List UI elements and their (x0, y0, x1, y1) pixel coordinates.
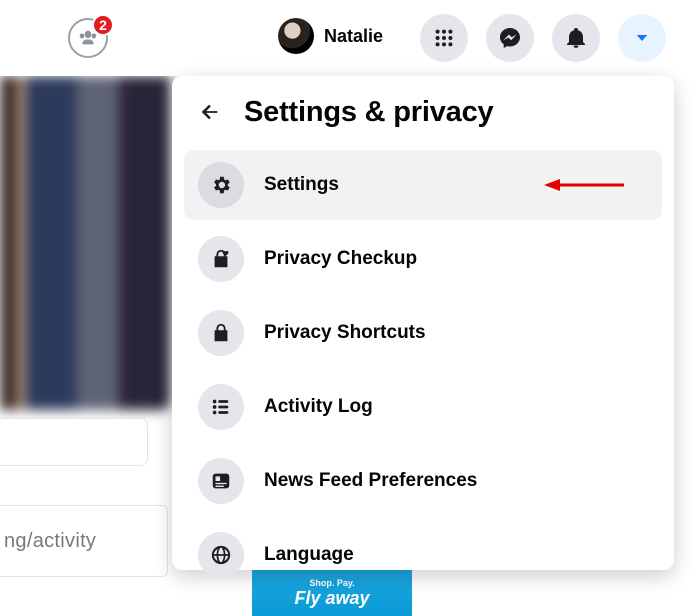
menu-item-language[interactable]: Language (184, 520, 662, 590)
account-menu-button[interactable] (618, 14, 666, 62)
panel-header: Settings & privacy (182, 94, 664, 146)
menu-item-settings[interactable]: Settings (184, 150, 662, 220)
annotation-arrow (544, 175, 624, 195)
menu-item-privacy-shortcuts[interactable]: Privacy Shortcuts (184, 298, 662, 368)
profile-name: Natalie (324, 26, 383, 47)
menu-item-news-feed-preferences[interactable]: News Feed Preferences (184, 446, 662, 516)
notifications-button[interactable] (552, 14, 600, 62)
ad-line2: Fly away (294, 588, 369, 609)
back-button[interactable] (192, 94, 228, 130)
menu-item-label: Activity Log (264, 396, 373, 418)
menu-item-label: News Feed Preferences (264, 470, 477, 492)
menu-item-label: Privacy Shortcuts (264, 322, 426, 344)
list-icon (198, 384, 244, 430)
menu-item-label: Settings (264, 174, 339, 196)
bell-icon (564, 26, 588, 50)
menu-item-privacy-checkup[interactable]: Privacy Checkup (184, 224, 662, 294)
background-button[interactable] (0, 418, 148, 466)
menu-item-activity-log[interactable]: Activity Log (184, 372, 662, 442)
feed-icon (198, 458, 244, 504)
friend-requests-badge: 2 (92, 14, 114, 36)
arrow-left-icon (199, 101, 221, 123)
menu-item-label: Privacy Checkup (264, 248, 417, 270)
globe-icon (198, 532, 244, 578)
caret-down-icon (633, 29, 651, 47)
friend-requests-button[interactable]: 2 (68, 18, 108, 58)
panel-title: Settings & privacy (244, 96, 493, 129)
messenger-icon (498, 26, 522, 50)
lock-icon (198, 310, 244, 356)
profile-cover-photo (0, 76, 170, 410)
grid-icon (433, 27, 455, 49)
menu-button[interactable] (420, 14, 468, 62)
profile-chip[interactable]: Natalie (278, 18, 383, 54)
top-header: 2 Natalie (0, 0, 700, 76)
gear-icon (198, 162, 244, 208)
messenger-button[interactable] (486, 14, 534, 62)
lock-heart-icon (198, 236, 244, 282)
settings-privacy-panel: Settings & privacy Settings Privacy Chec… (172, 76, 674, 570)
background-link-fragment[interactable]: ng/activity (0, 505, 168, 577)
menu-item-label: Language (264, 544, 354, 566)
background-link-text: ng/activity (4, 530, 96, 553)
avatar (278, 18, 314, 54)
